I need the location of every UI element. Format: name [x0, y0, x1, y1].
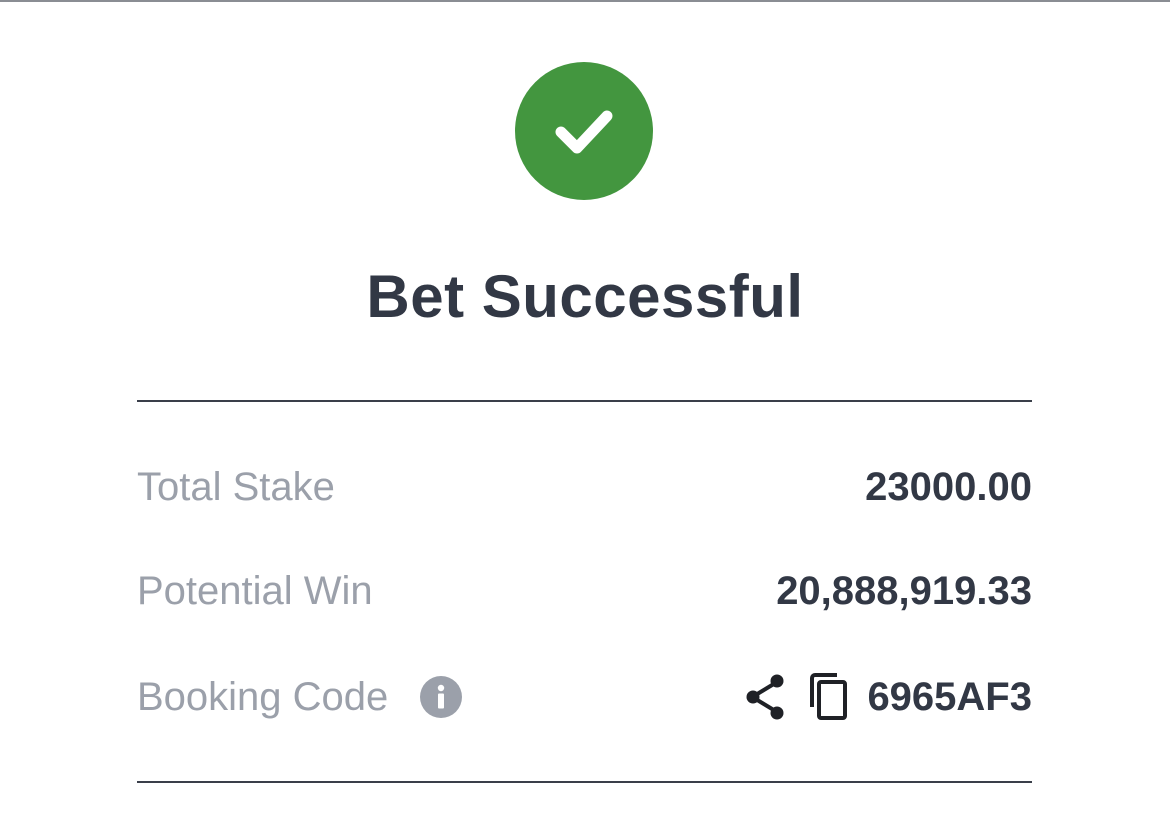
potential-win-row: Potential Win 20,888,919.33: [137, 561, 1032, 621]
info-icon[interactable]: [420, 676, 463, 718]
checkmark-circle-icon: [515, 62, 653, 200]
booking-code-label-group: Booking Code: [137, 674, 463, 720]
booking-code-value: 6965AF3: [867, 674, 1032, 719]
potential-win-value: 20,888,919.33: [776, 568, 1032, 613]
page-title: Bet Successful: [366, 263, 804, 330]
booking-code-label: Booking Code: [137, 674, 389, 719]
top-border: [0, 0, 1170, 2]
potential-win-label: Potential Win: [137, 568, 373, 613]
bottom-divider: [137, 781, 1032, 783]
booking-code-row: Booking Code 6965AF3: [137, 667, 1032, 727]
copy-icon[interactable]: [807, 672, 851, 722]
booking-code-value-group: 6965AF3: [743, 672, 1032, 722]
total-stake-row: Total Stake 23000.00: [137, 457, 1032, 517]
share-icon[interactable]: [743, 673, 787, 721]
top-divider: [137, 400, 1032, 402]
total-stake-value: 23000.00: [865, 464, 1032, 509]
total-stake-label: Total Stake: [137, 464, 335, 509]
